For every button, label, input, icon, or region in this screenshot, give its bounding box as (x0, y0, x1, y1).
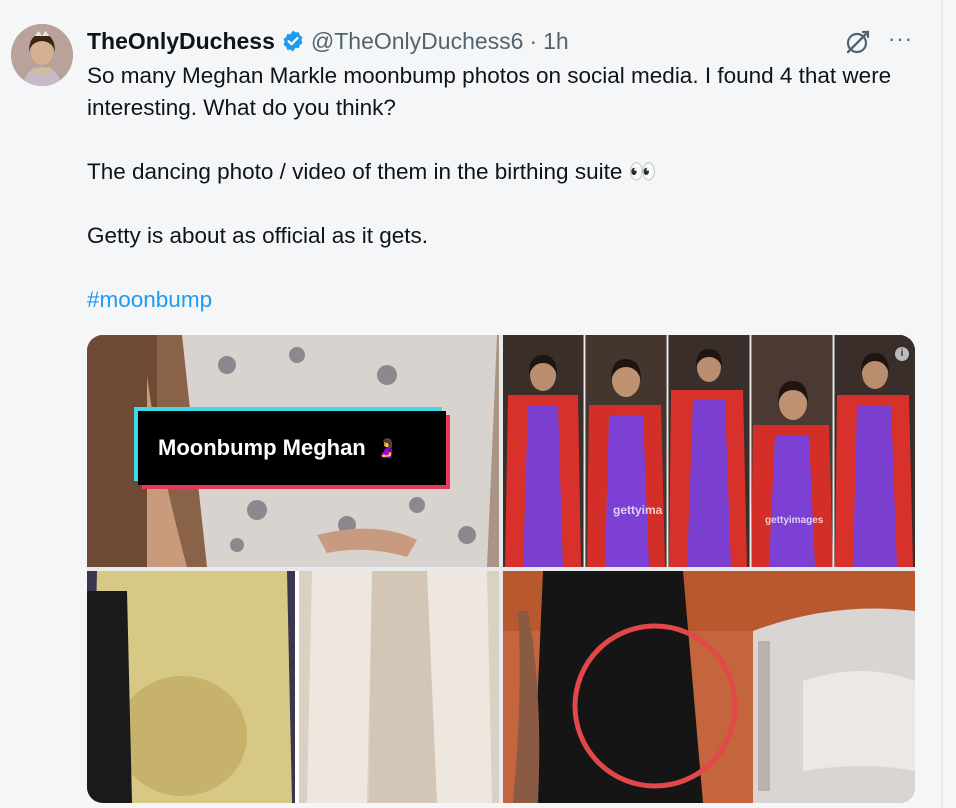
timeline-border (941, 0, 943, 808)
info-icon: i (895, 347, 909, 361)
media-image-4[interactable] (503, 571, 915, 803)
getty-watermark: gettyima (613, 503, 663, 517)
media-image-2[interactable]: i gettyima gettyimages (503, 335, 915, 567)
media-image-3[interactable] (87, 571, 499, 803)
tweet-header: TheOnlyDuchess @TheOnlyDuchess6 · 1h (87, 26, 569, 56)
side-by-side-photo (87, 571, 499, 803)
tweet-text: So many Meghan Markle moonbump photos on… (87, 60, 927, 316)
grok-icon[interactable] (843, 27, 873, 57)
moonbump-badge: Moonbump Meghan 🤰 (138, 411, 446, 485)
media-grid: Moonbump Meghan 🤰 i gettyima gettyimages (87, 335, 915, 803)
avatar-image (11, 24, 73, 86)
avatar[interactable] (11, 24, 73, 86)
verified-badge-icon (283, 30, 303, 52)
more-icon[interactable]: ··· (888, 26, 913, 52)
tweet-paragraph: So many Meghan Markle moonbump photos on… (87, 63, 892, 120)
hashtag-link[interactable]: #moonbump (87, 287, 212, 312)
separator-dot: · (529, 27, 538, 54)
media-image-1[interactable]: Moonbump Meghan 🤰 (87, 335, 499, 567)
pregnant-emoji-icon: 🤰 (375, 437, 399, 458)
tweet-paragraph: The dancing photo / video of them in the… (87, 159, 657, 184)
display-name[interactable]: TheOnlyDuchess (87, 28, 275, 55)
user-handle[interactable]: @TheOnlyDuchess6 (311, 28, 524, 55)
timestamp[interactable]: 1h (543, 28, 569, 55)
tweet-paragraph: Getty is about as official as it gets. (87, 223, 429, 248)
birthing-suite-photo (503, 571, 915, 803)
getty-watermark: gettyimages (765, 515, 824, 526)
badge-label: Moonbump Meghan (158, 435, 366, 460)
getty-collage-photo (503, 335, 915, 567)
